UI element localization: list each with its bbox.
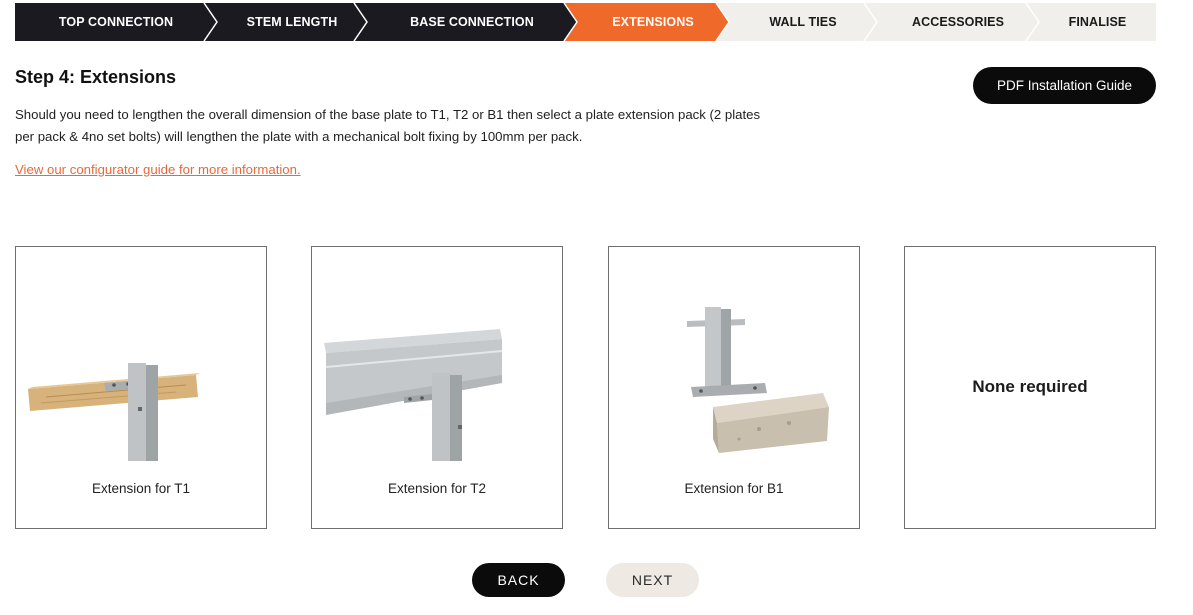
option-label: Extension for T1 bbox=[91, 481, 191, 496]
option-label: Extension for B1 bbox=[684, 481, 784, 496]
option-card-extension-b1[interactable]: Extension for B1 bbox=[608, 246, 860, 529]
pdf-installation-guide-button[interactable]: PDF Installation Guide bbox=[973, 67, 1156, 104]
steel-beam-extension-icon bbox=[324, 329, 503, 461]
option-card-extension-t2[interactable]: Extension for T2 bbox=[311, 246, 563, 529]
intro-line: per pack & 4no set bolts) will lengthen … bbox=[15, 129, 583, 144]
step-finalise[interactable]: FINALISE bbox=[1039, 3, 1156, 41]
back-button[interactable]: BACK bbox=[472, 563, 565, 597]
configurator-guide-link[interactable]: View our configurator guide for more inf… bbox=[15, 162, 301, 177]
option-card-extension-t1[interactable]: Extension for T1 bbox=[15, 246, 267, 529]
option-label: None required bbox=[972, 377, 1088, 396]
option-card-none-required[interactable]: None required bbox=[904, 246, 1156, 529]
step-extensions[interactable]: EXTENSIONS bbox=[577, 3, 729, 41]
step-wall-ties[interactable]: WALL TIES bbox=[729, 3, 877, 41]
step-accessories[interactable]: ACCESSORIES bbox=[877, 3, 1039, 41]
step-stem-length[interactable]: STEM LENGTH bbox=[217, 3, 367, 41]
intro-text: Should you need to lengthen the overall … bbox=[15, 104, 815, 148]
step-top-connection[interactable]: TOP CONNECTION bbox=[15, 3, 217, 41]
block-extension-icon bbox=[687, 307, 829, 453]
next-button[interactable]: NEXT bbox=[606, 563, 699, 597]
option-label: Extension for T2 bbox=[387, 481, 487, 496]
step-base-connection[interactable]: BASE CONNECTION bbox=[367, 3, 577, 41]
progress-stepper: TOP CONNECTION STEM LENGTH BASE CONNECTI… bbox=[15, 3, 1156, 41]
timber-beam-extension-icon bbox=[28, 363, 200, 461]
page-title: Step 4: Extensions bbox=[15, 67, 177, 87]
intro-line: Should you need to lengthen the overall … bbox=[15, 107, 761, 122]
